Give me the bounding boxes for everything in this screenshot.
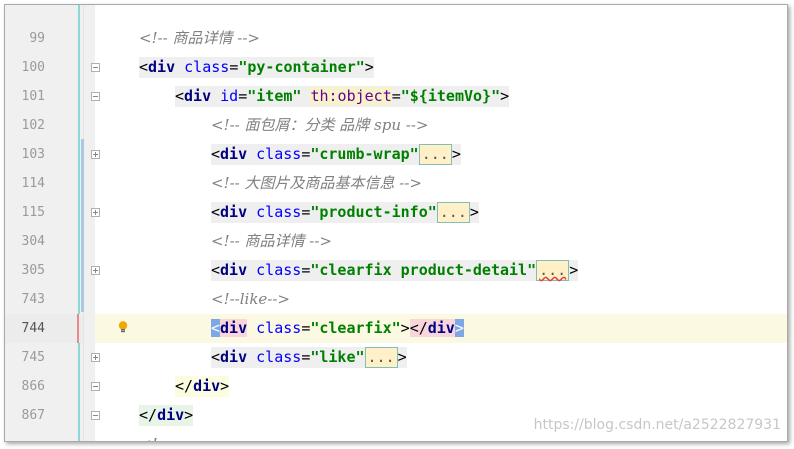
- watermark-text: https://blog.csdn.net/a2522827931: [533, 417, 781, 433]
- code-tag-close: </div>: [139, 405, 194, 426]
- line-number: 114: [21, 176, 45, 191]
- line-number: 304: [21, 234, 45, 249]
- code-tag-open: <div class="product-info"... >: [211, 202, 479, 223]
- fold-collapse-icon[interactable]: [91, 382, 100, 391]
- line-number: 98: [5, 5, 45, 12]
- code-line: 102 <!-- 面包屑：分类 品牌 spu -->: [5, 111, 787, 140]
- code-tag-open: <div id="item" th:object="${itemVo}">: [175, 86, 510, 107]
- line-number: 866: [21, 379, 45, 394]
- line-number: 100: [21, 60, 45, 75]
- collapsed-region[interactable]: ...: [436, 202, 470, 223]
- code-tag-open: <div class="like"... >: [211, 347, 407, 368]
- vcs-deleted-marker: [77, 314, 79, 343]
- line-number: 103: [21, 147, 45, 162]
- line-number: 745: [21, 350, 45, 365]
- fold-collapse-icon[interactable]: [91, 63, 100, 72]
- code-comment: <!--: [139, 434, 168, 441]
- code-line: 866 </div>: [5, 372, 787, 401]
- code-comment: <!-- 大图片及商品基本信息 -->: [211, 174, 422, 192]
- line-number: 101: [21, 89, 45, 104]
- code-tag-close: </div>: [175, 376, 230, 397]
- code-comment: <!-- 商品详情 -->: [211, 232, 332, 250]
- line-number: 102: [21, 118, 45, 133]
- code-editor-window: 98 99 <!-- 商品详情 --> 100 <div class="py-c…: [4, 4, 788, 442]
- collapsed-region[interactable]: ...: [364, 347, 398, 368]
- line-number: 867: [21, 408, 45, 423]
- code-line: 743 <!--like-->: [5, 285, 787, 314]
- code-tag-open: <div class="py-container">: [139, 57, 374, 78]
- code-line: 103 <div class="crumb-wrap"... >: [5, 140, 787, 169]
- code-line: 304 <!-- 商品详情 -->: [5, 227, 787, 256]
- code-line: 99 <!-- 商品详情 -->: [5, 24, 787, 53]
- code-comment: <!-- 商品详情 -->: [139, 29, 260, 47]
- fold-collapse-icon[interactable]: [91, 411, 100, 420]
- line-number: 743: [21, 292, 45, 307]
- line-number: 305: [21, 263, 45, 278]
- line-number: 744: [21, 321, 45, 336]
- collapsed-region[interactable]: ...: [536, 260, 570, 281]
- current-code-line: 744 <div class="clearfix"></div>: [5, 314, 787, 343]
- code-comment: <!--like-->: [211, 290, 290, 308]
- lightbulb-icon[interactable]: [118, 321, 128, 333]
- collapsed-region[interactable]: ...: [418, 144, 452, 165]
- line-number: 99: [29, 31, 45, 46]
- line-number: 115: [21, 205, 45, 220]
- code-line: 115 <div class="product-info"... >: [5, 198, 787, 227]
- fold-expand-icon[interactable]: [91, 150, 100, 159]
- code-tag-open: <div class="clearfix"></div>: [211, 319, 464, 337]
- fold-expand-icon[interactable]: [91, 208, 100, 217]
- code-line: 305 <div class="clearfix product-detail"…: [5, 256, 787, 285]
- code-line: 114 <!-- 大图片及商品基本信息 -->: [5, 169, 787, 198]
- code-line: 100 <div class="py-container">: [5, 53, 787, 82]
- code-line: 98: [5, 5, 787, 12]
- fold-expand-icon[interactable]: [91, 266, 100, 275]
- fold-expand-icon[interactable]: [91, 353, 100, 362]
- code-comment: <!-- 面包屑：分类 品牌 spu -->: [211, 116, 429, 134]
- code-line: 101 <div id="item" th:object="${itemVo}"…: [5, 82, 787, 111]
- code-tag-open: <div class="crumb-wrap"... >: [211, 144, 461, 165]
- fold-collapse-icon[interactable]: [91, 92, 100, 101]
- code-line: 745 <div class="like"... >: [5, 343, 787, 372]
- code-tag-open: <div class="clearfix product-detail"... >: [211, 260, 579, 281]
